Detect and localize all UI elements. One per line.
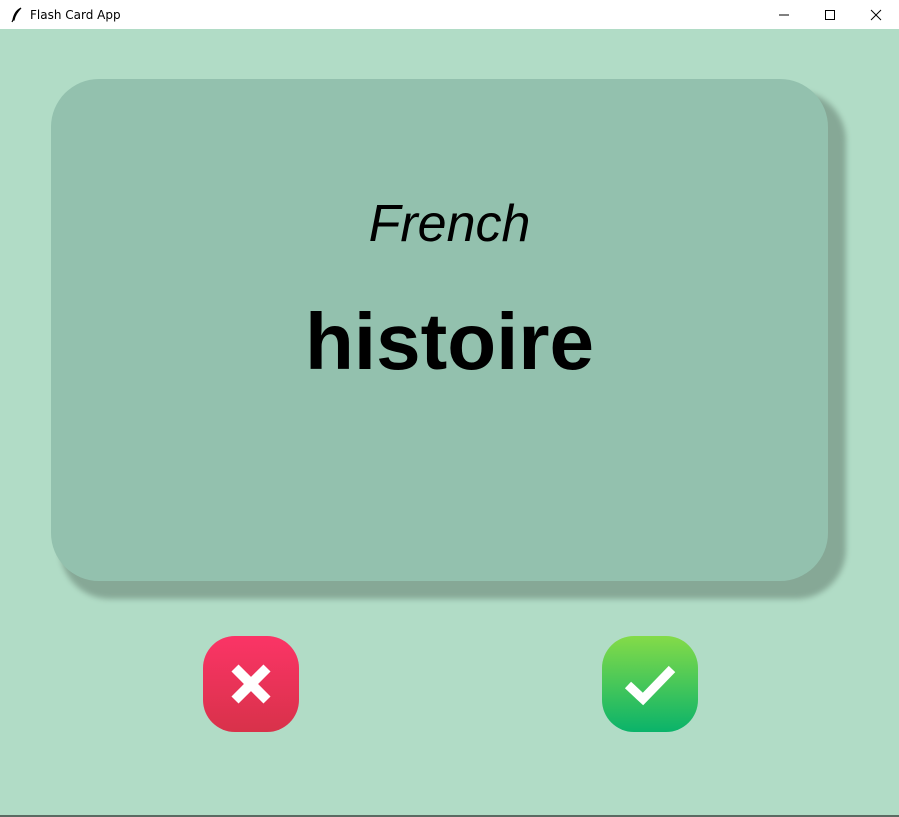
minimize-button[interactable] [761,0,807,29]
window-controls [761,0,899,29]
card-word: histoire [305,297,594,386]
right-button[interactable] [602,636,698,732]
maximize-button[interactable] [807,0,853,29]
checkmark-icon [624,665,676,706]
close-icon [870,9,882,20]
wrong-button[interactable] [203,636,299,732]
feather-icon [9,6,25,23]
main-canvas: French histoire [0,29,899,817]
window-title: Flash Card App [30,7,121,22]
close-button[interactable] [853,0,899,29]
card-language-title: French [368,195,531,253]
maximize-icon [825,9,835,20]
cross-icon [231,664,271,704]
minimize-icon [779,14,789,15]
title-bar: Flash Card App [0,0,899,29]
app-window: Flash Card App French histoire [0,0,899,817]
